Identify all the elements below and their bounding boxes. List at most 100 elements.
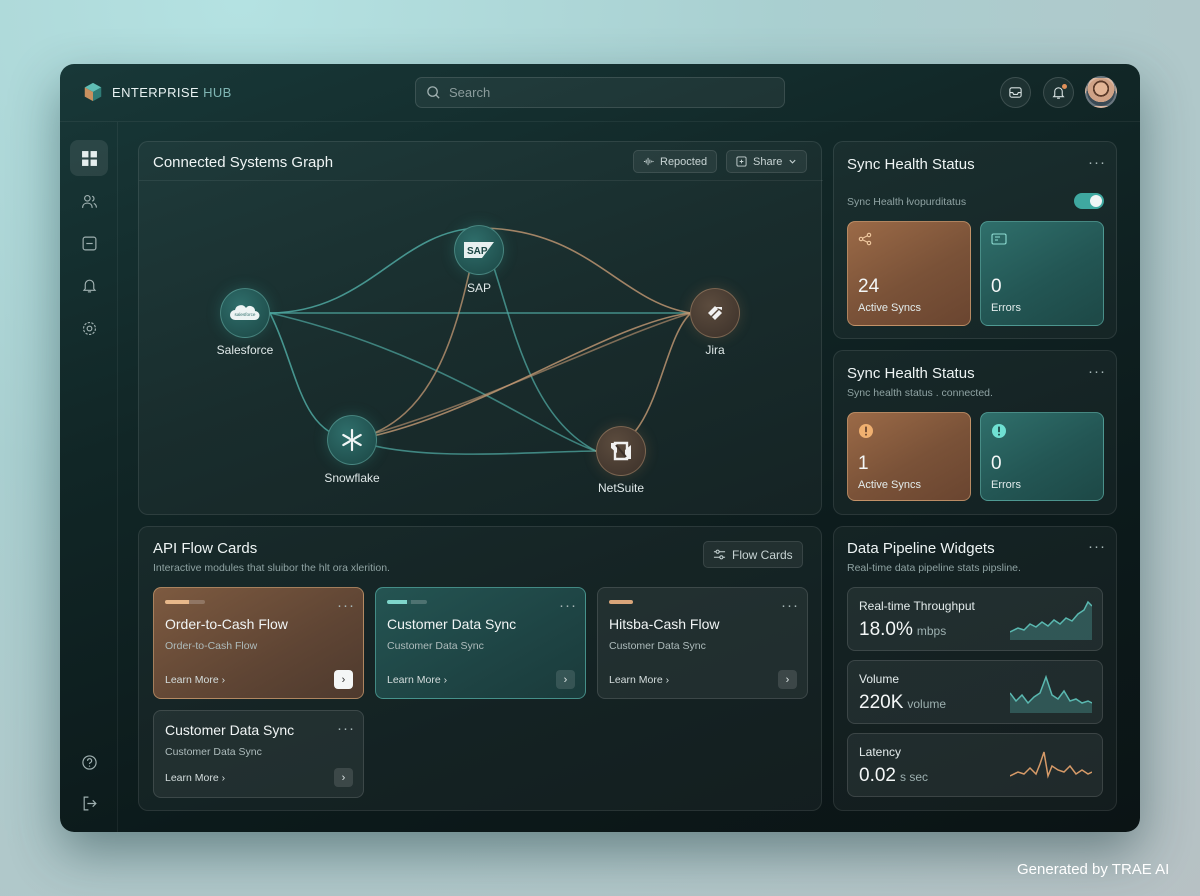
pipeline-subtitle: Real-time data pipeline stats pipsline.: [847, 562, 1021, 574]
throughput-widget[interactable]: Real-time Throughput 18.0% mbps: [847, 587, 1103, 651]
snowflake-logo-icon: [342, 428, 362, 452]
node-label-salesforce: Salesforce: [216, 343, 274, 357]
warning-icon: [859, 424, 873, 438]
brand-secondary: HUB: [203, 84, 232, 100]
node-sap[interactable]: SAP: [454, 225, 504, 275]
search-icon: [427, 86, 440, 99]
alert-icon: [992, 424, 1006, 438]
flow-card-subtitle: Customer Data Sync: [609, 640, 706, 652]
flow-card-subtitle: Customer Data Sync: [165, 746, 262, 758]
more-options-icon[interactable]: ···: [1088, 539, 1106, 554]
node-label-snowflake: Snowflake: [324, 471, 380, 485]
active-syncs-value-2: 1: [858, 453, 869, 474]
learn-more-link[interactable]: Learn More ›: [387, 674, 447, 686]
flow-cards-label: Flow Cards: [732, 547, 793, 562]
sliders-icon: [713, 549, 726, 560]
widget-value-number: 0.02: [859, 765, 896, 786]
flow-card-customer-data-sync[interactable]: ··· Customer Data Sync Customer Data Syn…: [375, 587, 586, 699]
more-options-icon[interactable]: ···: [559, 598, 577, 613]
flow-card-title: Order-to-Cash Flow: [165, 616, 288, 632]
inbox-icon: [82, 236, 96, 250]
node-snowflake[interactable]: [327, 415, 377, 465]
sidebar-item-notifications[interactable]: [70, 267, 108, 303]
sidebar-item-logout[interactable]: [70, 785, 108, 821]
node-salesforce[interactable]: salesforce: [220, 288, 270, 338]
more-options-icon[interactable]: ···: [337, 721, 355, 736]
learn-more-link[interactable]: Learn More ›: [165, 772, 225, 784]
salesforce-logo-text: salesforce: [235, 312, 256, 317]
progress-indicator: [609, 600, 633, 604]
logout-icon: [83, 796, 97, 810]
inbox-button[interactable]: [1000, 77, 1031, 108]
more-options-icon[interactable]: ···: [337, 598, 355, 613]
search-input[interactable]: [449, 85, 769, 100]
active-syncs-tile-1[interactable]: 24 Active Syncs: [847, 221, 971, 326]
chevron-right-icon: ›: [221, 772, 226, 784]
open-arrow-button[interactable]: ›: [778, 670, 797, 689]
sidebar: [60, 122, 118, 832]
sidebar-item-dashboard[interactable]: [70, 140, 108, 176]
errors-label-1: Errors: [991, 302, 1021, 314]
learn-more-label: Learn More: [387, 674, 441, 686]
latency-widget[interactable]: Latency 0.02 s sec: [847, 733, 1103, 797]
more-options-icon[interactable]: ···: [1088, 364, 1106, 379]
errors-value-1: 0: [991, 276, 1002, 297]
errors-tile-2[interactable]: 0 Errors: [980, 412, 1104, 501]
sync-health-toggle[interactable]: [1074, 193, 1104, 209]
errors-value-2: 0: [991, 453, 1002, 474]
progress-indicator: [387, 600, 427, 604]
flow-card-hitsba-cash[interactable]: ··· Hitsba-Cash Flow Customer Data Sync …: [597, 587, 808, 699]
notification-dot: [1062, 84, 1067, 89]
learn-more-link[interactable]: Learn More ›: [165, 674, 225, 686]
node-label-sap: SAP: [466, 281, 492, 295]
volume-sparkline: [1010, 674, 1092, 713]
more-options-icon[interactable]: ···: [1088, 155, 1106, 170]
brand-name: ENTERPRISE HUB: [112, 85, 232, 100]
flow-card-customer-data-sync-2[interactable]: ··· Customer Data Sync Customer Data Syn…: [153, 710, 364, 798]
sidebar-item-settings[interactable]: [70, 310, 108, 346]
node-jira[interactable]: [690, 288, 740, 338]
open-arrow-button[interactable]: ›: [334, 670, 353, 689]
open-arrow-button[interactable]: ›: [334, 768, 353, 787]
flow-card-title: Customer Data Sync: [165, 722, 295, 738]
chevron-right-icon: ›: [341, 771, 346, 784]
connected-systems-panel: Connected Systems Graph Repocted Share S…: [138, 141, 823, 515]
flow-cards-button[interactable]: Flow Cards: [703, 541, 803, 568]
edge-snowflake-netsuite: [351, 439, 597, 455]
top-bar: ENTERPRISE HUB: [60, 64, 1140, 122]
active-syncs-label-2: Active Syncs: [858, 479, 921, 491]
node-netsuite[interactable]: [596, 426, 646, 476]
sidebar-item-users[interactable]: [70, 183, 108, 219]
widget-value: 0.02 s sec: [859, 765, 928, 787]
api-flow-title: API Flow Cards: [153, 540, 258, 557]
jira-logo-icon: [708, 306, 722, 320]
open-arrow-button[interactable]: ›: [556, 670, 575, 689]
sync-health-toggle-label: Sync Health łvopurditatus: [847, 196, 967, 208]
errors-tile-1[interactable]: 0 Errors: [980, 221, 1104, 326]
chevron-right-icon: ›: [443, 674, 448, 686]
sidebar-item-inbox[interactable]: [70, 225, 108, 261]
flow-card-subtitle: Customer Data Sync: [387, 640, 484, 652]
pipeline-title: Data Pipeline Widgets: [847, 540, 995, 557]
notifications-button[interactable]: [1043, 77, 1074, 108]
brand[interactable]: ENTERPRISE HUB: [82, 81, 232, 103]
help-icon: [81, 754, 97, 770]
widget-label: Real-time Throughput: [859, 599, 975, 613]
sync-health-subtitle-2: Sync health status . connected.: [847, 387, 993, 399]
edge-salesforce-sap: [269, 227, 480, 314]
sync-health-title-1: Sync Health Status: [847, 156, 975, 173]
netsuite-logo-icon: [611, 441, 631, 461]
widget-label: Volume: [859, 672, 900, 686]
more-options-icon[interactable]: ···: [781, 598, 799, 613]
sidebar-item-help[interactable]: [70, 744, 108, 780]
active-syncs-tile-2[interactable]: 1 Active Syncs: [847, 412, 971, 501]
flow-card-title: Hitsba-Cash Flow: [609, 616, 720, 632]
throughput-sparkline: [1010, 600, 1092, 640]
api-flow-subtitle: Interactive modules that sluibor the hlt…: [153, 562, 390, 574]
avatar[interactable]: [1085, 76, 1117, 108]
flow-card-order-to-cash[interactable]: ··· Order-to-Cash Flow Order-to-Cash Flo…: [153, 587, 364, 699]
volume-widget[interactable]: Volume 220K volume: [847, 660, 1103, 724]
learn-more-link[interactable]: Learn More ›: [609, 674, 669, 686]
search-bar[interactable]: [415, 77, 785, 108]
app-window: ENTERPRISE HUB Search Connected Systems …: [60, 64, 1140, 832]
